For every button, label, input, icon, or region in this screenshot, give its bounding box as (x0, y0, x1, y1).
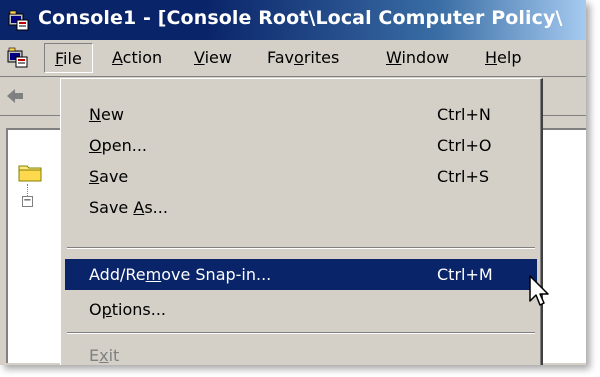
menu-favorites[interactable]: Favorites (257, 43, 349, 73)
window-title: Console1 - [Console Root\Local Computer … (38, 7, 563, 29)
menu-item-label: Exit (89, 346, 120, 365)
mouse-pointer-icon (529, 275, 549, 306)
menu-separator (67, 247, 535, 249)
menu-window[interactable]: Window (376, 43, 459, 73)
back-arrow-icon[interactable] (5, 86, 25, 106)
menu-help[interactable]: Help (475, 43, 531, 73)
menu-item-options[interactable]: Options... (65, 294, 537, 325)
menu-action[interactable]: Action (102, 43, 172, 73)
mmc-console-icon[interactable] (7, 47, 29, 69)
title-bar[interactable]: Console1 - [Console Root\Local Computer … (0, 0, 586, 40)
menu-view-suffix: iew (204, 48, 232, 67)
menu-item-save[interactable]: Save Ctrl+S (65, 161, 537, 192)
menu-item-shortcut: Ctrl+S (437, 167, 490, 186)
folder-icon[interactable] (18, 162, 42, 182)
menu-item-label: Save As... (89, 198, 168, 217)
result-pane[interactable] (540, 128, 586, 363)
menu-favorites-suffix: rites (303, 48, 340, 67)
menu-action-suffix: ction (122, 48, 163, 67)
menu-view[interactable]: View (184, 43, 242, 73)
menu-separator (67, 332, 535, 334)
menu-bar: File Action View Favorites Window Help (0, 40, 586, 77)
menu-window-accel: W (386, 48, 402, 67)
menu-item-label: Options... (89, 300, 166, 319)
menu-item-label: New (89, 105, 124, 124)
menu-item-label: Save (89, 167, 129, 186)
menu-item-shortcut: Ctrl+N (437, 105, 491, 124)
menu-item-shortcut: Ctrl+O (437, 136, 492, 155)
menu-action-accel: A (112, 48, 123, 67)
menu-favorites-accel: o (294, 48, 304, 67)
tree-expander-icon[interactable]: − (22, 196, 33, 207)
menu-item-label: Add/Remove Snap-in... (89, 265, 272, 284)
menu-file-suffix: ile (63, 49, 82, 68)
menu-item-save-as[interactable]: Save As... (65, 192, 537, 223)
menu-item-exit[interactable]: Exit (65, 340, 537, 365)
menu-file-accel: F (55, 49, 64, 68)
menu-file[interactable]: File (44, 43, 93, 73)
file-menu-dropdown: New Ctrl+N Open... Ctrl+O Save Ctrl+S Sa… (60, 78, 543, 365)
menu-help-suffix: elp (497, 48, 522, 67)
menu-favorites-prefix: Fav (267, 48, 295, 67)
menu-item-label: Open... (89, 136, 147, 155)
mmc-console-icon (8, 10, 29, 31)
menu-window-suffix: indow (401, 48, 450, 67)
menu-item-open[interactable]: Open... Ctrl+O (65, 130, 537, 161)
menu-view-accel: V (194, 48, 205, 67)
menu-item-add-remove-snap-in[interactable]: Add/Remove Snap-in... Ctrl+M (65, 259, 537, 290)
menu-item-new[interactable]: New Ctrl+N (65, 99, 537, 130)
menu-item-shortcut: Ctrl+M (437, 265, 493, 284)
mmc-window: Console1 - [Console Root\Local Computer … (0, 0, 586, 365)
menu-help-accel: H (485, 48, 498, 67)
